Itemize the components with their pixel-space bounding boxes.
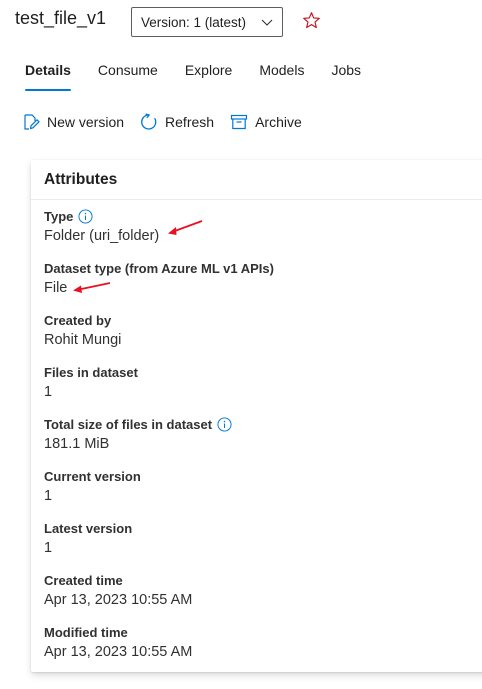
info-icon[interactable] xyxy=(78,208,93,224)
attr-created-by-label: Created by xyxy=(44,312,112,328)
version-dropdown-value: Version: 1 (latest) xyxy=(141,14,247,30)
attr-latest-version-value: 1 xyxy=(44,540,53,556)
attr-created-by: Created by Rohit Mungi xyxy=(44,311,121,349)
archive-button[interactable]: Archive xyxy=(230,113,302,131)
refresh-button[interactable]: Refresh xyxy=(140,113,214,131)
attr-modified-time-label: Modified time xyxy=(44,624,128,640)
archive-label: Archive xyxy=(255,114,302,130)
attr-created-time: Created time Apr 13, 2023 10:55 AM xyxy=(44,571,192,609)
attr-latest-version-label: Latest version xyxy=(44,520,133,536)
new-version-button[interactable]: New version xyxy=(22,113,124,131)
attr-total-size-value: 181.1 MiB xyxy=(44,436,110,452)
refresh-icon xyxy=(141,113,157,130)
attr-current-version-label: Current version xyxy=(44,468,141,484)
attr-created-time-value: Apr 13, 2023 10:55 AM xyxy=(44,592,193,608)
attr-files-in-dataset-label: Files in dataset xyxy=(44,364,138,380)
annotation-arrow-icon xyxy=(73,282,111,293)
attributes-card: Attributes Type Folder (uri_folder) Data… xyxy=(31,160,482,672)
chevron-down-icon xyxy=(261,19,273,26)
version-dropdown[interactable]: Version: 1 (latest) xyxy=(131,7,283,37)
attr-dataset-type-label: Dataset type (from Azure ML v1 APIs) xyxy=(44,260,274,276)
attr-modified-time: Modified time Apr 13, 2023 10:55 AM xyxy=(44,623,192,661)
attr-current-version: Current version 1 xyxy=(44,467,141,505)
attributes-heading: Attributes xyxy=(31,160,482,200)
edit-document-icon xyxy=(24,114,40,130)
attr-dataset-type-value: File xyxy=(44,280,68,296)
command-bar: New version Refresh Archive xyxy=(22,111,318,133)
attr-type: Type Folder (uri_folder) xyxy=(44,207,159,245)
tab-explore[interactable]: Explore xyxy=(185,60,232,92)
page-title: test_file_v1 xyxy=(15,8,107,28)
tab-bar: Details Consume Explore Models Jobs xyxy=(25,60,388,92)
attr-total-size-label: Total size of files in dataset xyxy=(44,416,213,432)
star-icon[interactable] xyxy=(302,11,321,30)
new-version-label: New version xyxy=(47,114,125,130)
attr-created-time-label: Created time xyxy=(44,572,123,588)
attr-total-size: Total size of files in dataset 181.1 MiB xyxy=(44,415,232,453)
annotation-arrow-icon xyxy=(168,220,203,235)
refresh-label: Refresh xyxy=(165,114,215,130)
attr-created-by-value: Rohit Mungi xyxy=(44,332,122,348)
info-icon[interactable] xyxy=(217,416,232,432)
attr-modified-time-value: Apr 13, 2023 10:55 AM xyxy=(44,644,193,660)
tab-consume[interactable]: Consume xyxy=(98,60,158,92)
attr-files-in-dataset-value: 1 xyxy=(44,384,53,400)
attr-type-value: Folder (uri_folder) xyxy=(44,228,160,244)
attr-type-label: Type xyxy=(44,208,74,224)
attr-files-in-dataset: Files in dataset 1 xyxy=(44,363,138,401)
attr-latest-version: Latest version 1 xyxy=(44,519,132,557)
dataset-details-page: test_file_v1 Version: 1 (latest) Details… xyxy=(0,0,482,689)
tab-jobs[interactable]: Jobs xyxy=(331,60,361,92)
attr-current-version-value: 1 xyxy=(44,488,53,504)
tab-models[interactable]: Models xyxy=(259,60,304,92)
tab-details[interactable]: Details xyxy=(25,60,71,92)
archive-icon xyxy=(230,114,248,130)
